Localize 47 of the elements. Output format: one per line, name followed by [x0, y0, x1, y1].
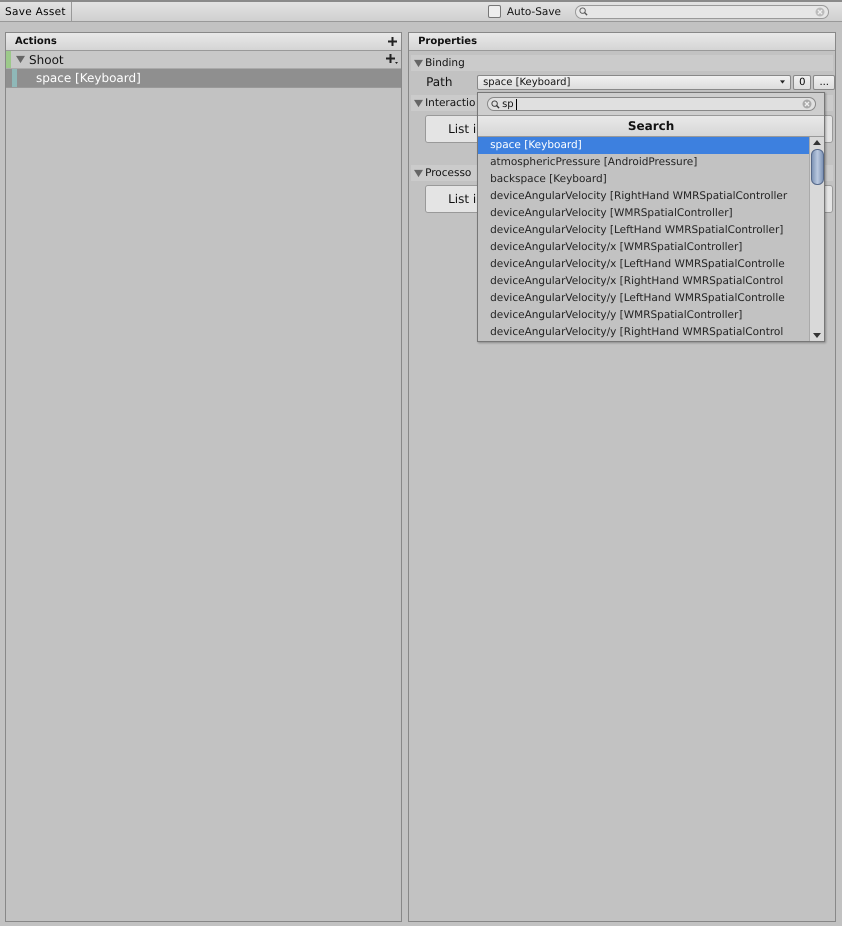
- panel-title: Properties: [418, 36, 478, 47]
- scrollbar[interactable]: [809, 137, 824, 341]
- search-icon: [579, 7, 588, 16]
- expand-triangle-icon[interactable]: [414, 98, 424, 108]
- dropdown-item[interactable]: deviceAngularVelocity [WMRSpatialController]: [478, 205, 810, 222]
- caret-icon: [780, 80, 786, 84]
- dropdown-item[interactable]: deviceAngularVelocity/x [LeftHand WMRSpatialControlle: [478, 256, 810, 273]
- dropdown-item[interactable]: deviceAngularVelocity/x [WMRSpatialController]: [478, 239, 810, 256]
- dropdown-item[interactable]: deviceAngularVelocity [RightHand WMRSpatialController: [478, 188, 810, 205]
- action-name: Shoot: [29, 52, 65, 66]
- section-title: Processo: [425, 167, 472, 179]
- action-row[interactable]: Shoot: [6, 51, 402, 69]
- expand-triangle-icon[interactable]: [414, 168, 424, 178]
- list-text: List i: [448, 192, 476, 206]
- dropdown-item[interactable]: deviceAngularVelocity/y [RightHand WMRSpatialControl: [478, 324, 810, 341]
- list-text: List i: [448, 122, 476, 136]
- save-asset-button[interactable]: Save Asset: [0, 2, 72, 21]
- scroll-down-arrow-icon[interactable]: [813, 333, 822, 338]
- section-header[interactable]: Binding: [411, 55, 833, 71]
- panel-title: Actions: [15, 36, 57, 47]
- expand-triangle-icon[interactable]: [16, 55, 25, 64]
- dropdown-item[interactable]: deviceAngularVelocity/y [LeftHand WMRSpatialControlle: [478, 290, 810, 307]
- binding-name: space [Keyboard]: [36, 71, 141, 85]
- section-title: Interactio: [425, 97, 476, 109]
- scroll-up-arrow-icon[interactable]: [813, 140, 822, 145]
- search-field[interactable]: [575, 4, 829, 18]
- auto-save-checkbox[interactable]: [488, 5, 501, 18]
- scrollbar-thumb[interactable]: [810, 149, 824, 185]
- dropdown-item[interactable]: space [Keyboard]: [478, 137, 810, 154]
- dropdown-item[interactable]: deviceAngularVelocity [LeftHand WMRSpatialController]: [478, 222, 810, 239]
- dropdown-item[interactable]: backspace [Keyboard]: [478, 171, 810, 188]
- path-dropdown-field[interactable]: space [Keyboard]: [477, 74, 792, 90]
- dropdown-item[interactable]: atmosphericPressure [AndroidPressure]: [478, 154, 810, 171]
- section-title: Binding: [425, 57, 465, 69]
- dropdown-header: Search: [478, 116, 824, 137]
- expand-triangle-icon[interactable]: [414, 58, 424, 68]
- dropdown-item[interactable]: deviceAngularVelocity/x [RightHand WMRSpatialControl: [478, 273, 810, 290]
- field-label: Path: [426, 75, 454, 89]
- more-button[interactable]: ...: [813, 74, 835, 90]
- auto-save-label: Auto-Save: [506, 6, 561, 18]
- search-icon: [491, 100, 500, 108]
- count-button[interactable]: 0: [793, 74, 812, 90]
- add-binding-icon[interactable]: [386, 54, 398, 65]
- clear-icon[interactable]: [802, 99, 812, 109]
- search-field[interactable]: sp: [487, 97, 816, 111]
- add-icon[interactable]: [388, 37, 398, 46]
- dropdown-item[interactable]: deviceAngularVelocity/y [WMRSpatialController]: [478, 307, 810, 324]
